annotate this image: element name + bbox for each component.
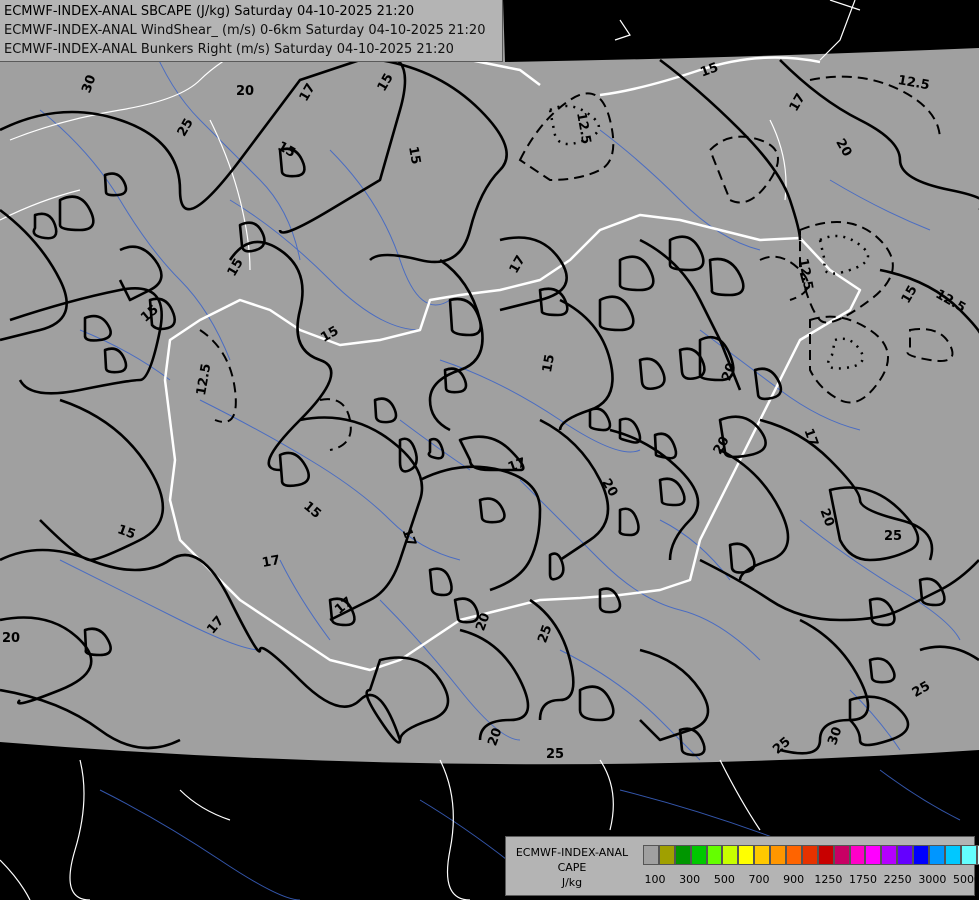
legend-swatch: [833, 845, 850, 865]
legend-color-scale: [643, 845, 979, 865]
legend-tick: 500: [713, 873, 735, 886]
weather-map[interactable]: 30 20 17 15 25 15 15 12.5 15 12.5 17 20 …: [0, 0, 979, 900]
legend-swatch: [674, 845, 691, 865]
title-line-windshear: ECMWF-INDEX-ANAL WindShear_ (m/s) 0-6km …: [4, 23, 486, 38]
contour-label: 25: [546, 747, 564, 762]
contour-label: 17: [261, 553, 281, 571]
legend-tick: 300: [679, 873, 701, 886]
map-title-panel: ECMWF-INDEX-ANAL SBCAPE (J/kg) Saturday …: [0, 0, 503, 62]
legend-swatch: [881, 845, 898, 865]
legend-swatch: [960, 845, 977, 865]
legend-swatch: [929, 845, 945, 865]
legend-swatch: [658, 845, 675, 865]
contour-label: 20: [2, 631, 20, 646]
title-line-bunkers: ECMWF-INDEX-ANAL Bunkers Right (m/s) Sat…: [4, 42, 454, 57]
legend-tick: 3000: [918, 873, 947, 886]
legend-tick: 1750: [849, 873, 877, 886]
contour-label: 20: [236, 84, 254, 99]
contour-label: 15: [405, 145, 423, 165]
legend-tick: 700: [748, 873, 770, 886]
legend-swatch: [817, 845, 834, 865]
legend-title: ECMWF-INDEX-ANAL CAPE J/kg: [506, 845, 638, 890]
legend-title-line3: J/kg: [561, 876, 583, 889]
cape-legend: ECMWF-INDEX-ANAL CAPE J/kg 100 300 500 700 9…: [505, 836, 979, 896]
legend-title-line2: CAPE: [557, 861, 587, 874]
data-domain: [0, 0, 979, 765]
legend-swatch: [897, 845, 914, 865]
title-line-sbcape: ECMWF-INDEX-ANAL SBCAPE (J/kg) Saturday …: [4, 4, 415, 19]
legend-swatch: [849, 845, 866, 865]
legend-swatch: [690, 845, 707, 865]
legend-swatch: [944, 845, 961, 865]
legend-swatch: [801, 845, 818, 865]
legend-swatch: [786, 845, 802, 865]
legend-swatch: [738, 845, 755, 865]
legend-tick: 2250: [883, 873, 912, 886]
legend-tick-labels: 100 300 500 700 900 1250 1750 2250 3000 5000: [643, 873, 979, 889]
legend-tick: 900: [783, 873, 805, 886]
legend-swatch: [913, 845, 930, 865]
legend-swatch: [865, 845, 882, 865]
legend-swatch: [722, 845, 739, 865]
legend-swatch: [754, 845, 771, 865]
map-view: 30 20 17 15 25 15 15 12.5 15 12.5 17 20 …: [0, 0, 979, 900]
legend-title-line1: ECMWF-INDEX-ANAL: [515, 846, 629, 859]
legend-swatch: [706, 845, 723, 865]
legend-tick: 5000: [953, 873, 979, 886]
legend-tick: 100: [644, 873, 666, 886]
legend-swatch: [643, 845, 659, 865]
contour-label: 15: [540, 353, 558, 373]
contour-label: 25: [884, 529, 902, 544]
legend-tick: 1250: [814, 873, 843, 886]
legend-swatch: [770, 845, 787, 865]
